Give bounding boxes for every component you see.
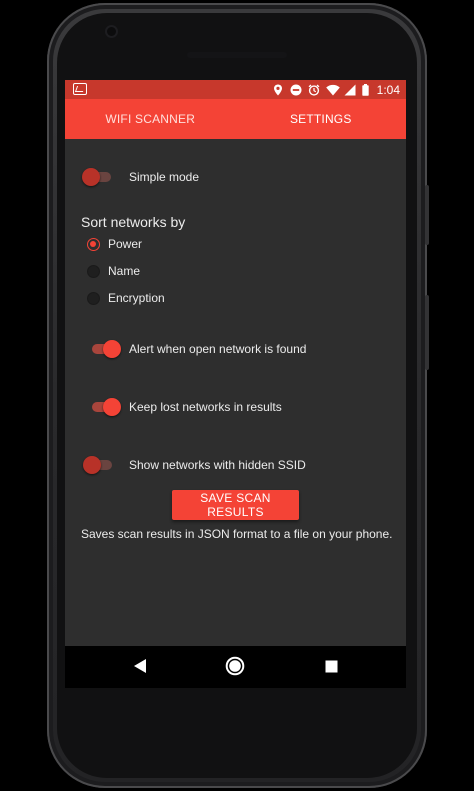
status-icons: 1:04 [272, 82, 400, 97]
sort-option-name[interactable]: Name [87, 264, 140, 278]
app-screen: 1:04 WIFI SCANNER SETTINGS Simple mode S… [65, 80, 406, 646]
sort-title: Sort networks by [81, 214, 185, 230]
keep-lost-switch[interactable] [87, 397, 121, 417]
back-icon[interactable] [133, 658, 147, 679]
switch-thumb [103, 398, 121, 416]
tab-bar: WIFI SCANNER SETTINGS [65, 99, 406, 139]
radio-power-label: Power [108, 237, 143, 251]
battery-icon [361, 83, 369, 96]
radio-encryption-label: Encryption [108, 291, 165, 305]
location-icon [272, 84, 284, 96]
radio-power[interactable] [87, 237, 100, 251]
status-bar: 1:04 [65, 80, 406, 99]
earpiece-speaker [187, 52, 287, 58]
radio-name[interactable] [87, 264, 100, 278]
home-icon[interactable] [225, 656, 245, 681]
switch-thumb [83, 456, 101, 474]
sort-option-power[interactable]: Power [87, 237, 142, 251]
signal-icon [344, 84, 356, 96]
simple-mode-row[interactable]: Simple mode [82, 167, 199, 187]
status-time: 1:04 [376, 82, 400, 97]
sort-section-title: Sort networks by [81, 214, 186, 230]
alert-open-switch[interactable] [87, 339, 121, 359]
activity-icon [73, 83, 87, 95]
switch-thumb [103, 340, 121, 358]
radio-name-label: Name [108, 264, 141, 278]
keep-lost-row[interactable]: Keep lost networks in results [87, 397, 282, 417]
simple-mode-label: Simple mode [129, 170, 200, 184]
simple-mode-switch[interactable] [82, 167, 116, 187]
front-camera [107, 27, 116, 36]
navigation-bar [65, 646, 406, 688]
sort-option-encryption[interactable]: Encryption [87, 291, 165, 305]
recent-apps-icon[interactable] [325, 660, 338, 678]
keep-lost-label: Keep lost networks in results [129, 400, 282, 414]
hidden-ssid-row[interactable]: Show networks with hidden SSID [83, 455, 306, 475]
alert-open-row[interactable]: Alert when open network is found [87, 339, 306, 359]
save-scan-results-button[interactable]: SAVE SCAN RESULTS [172, 490, 299, 520]
settings-content: Simple mode Sort networks by Power Name … [65, 139, 406, 646]
hidden-ssid-switch[interactable] [83, 455, 117, 475]
tab-settings[interactable]: SETTINGS [236, 99, 407, 139]
dnd-icon [290, 84, 302, 96]
hidden-ssid-label: Show networks with hidden SSID [129, 458, 306, 472]
switch-thumb [82, 168, 100, 186]
volume-button [425, 295, 429, 370]
save-description: Saves scan results in JSON format to a f… [81, 527, 393, 541]
wifi-icon [325, 84, 340, 96]
radio-encryption[interactable] [87, 291, 100, 305]
tab-wifi-scanner[interactable]: WIFI SCANNER [65, 99, 236, 139]
alarm-icon [308, 84, 320, 96]
power-button [425, 185, 429, 245]
alert-open-label: Alert when open network is found [129, 342, 307, 356]
